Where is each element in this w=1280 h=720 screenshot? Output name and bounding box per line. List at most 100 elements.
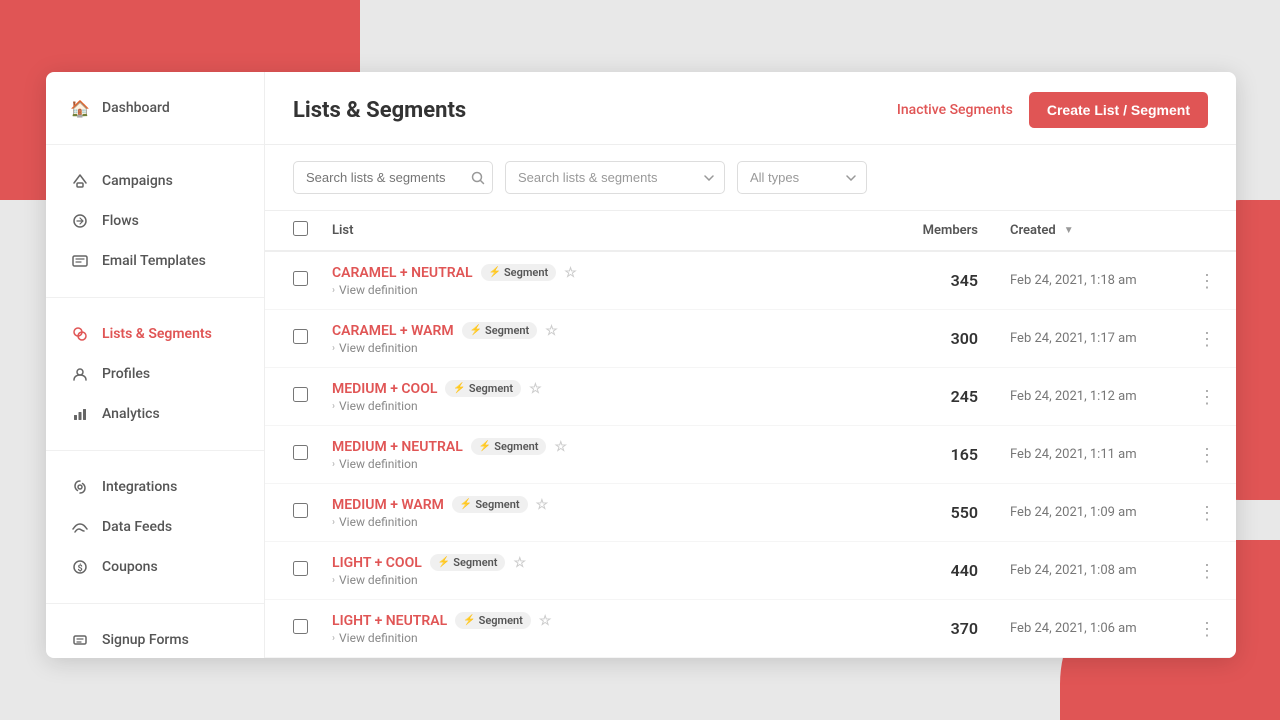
- segment-filter-select[interactable]: Search lists & segments: [505, 161, 725, 194]
- list-column-header: List: [320, 211, 898, 251]
- row-checkbox-0[interactable]: [293, 271, 308, 286]
- select-all-checkbox[interactable]: [293, 221, 308, 236]
- main-content: Lists & Segments Inactive Segments Creat…: [264, 72, 1236, 658]
- more-options-button-5[interactable]: ⋮: [1190, 558, 1224, 584]
- sidebar-item-analytics[interactable]: Analytics: [46, 394, 264, 434]
- row-actions-cell-2: ⋮: [1178, 368, 1236, 426]
- search-icon-button[interactable]: [471, 171, 485, 185]
- sidebar-item-profiles[interactable]: Profiles: [46, 354, 264, 394]
- sidebar-label-campaigns: Campaigns: [102, 173, 173, 189]
- row-checkbox-5[interactable]: [293, 561, 308, 576]
- list-name-text-0: CARAMEL + NEUTRAL: [332, 265, 473, 281]
- list-name-3[interactable]: MEDIUM + NEUTRAL ⚡ Segment ☆: [332, 438, 886, 455]
- view-definition-5[interactable]: › View definition: [332, 573, 886, 587]
- row-checkbox-cell-4: [265, 484, 320, 542]
- row-checkbox-6[interactable]: [293, 619, 308, 634]
- more-options-button-4[interactable]: ⋮: [1190, 500, 1224, 526]
- row-checkbox-cell-0: [265, 251, 320, 310]
- sidebar-label-dashboard: Dashboard: [102, 100, 170, 116]
- chevron-right-icon-1: ›: [332, 343, 335, 354]
- list-name-2[interactable]: MEDIUM + COOL ⚡ Segment ☆: [332, 380, 886, 397]
- table-row: CARAMEL + NEUTRAL ⚡ Segment ☆ › View def…: [265, 251, 1236, 310]
- star-icon-6[interactable]: ☆: [539, 613, 552, 629]
- sidebar-label-integrations: Integrations: [102, 479, 177, 495]
- row-list-cell-0: CARAMEL + NEUTRAL ⚡ Segment ☆ › View def…: [320, 251, 898, 310]
- star-icon-5[interactable]: ☆: [513, 555, 526, 571]
- table-container: List Members Created ▼: [265, 211, 1236, 658]
- row-list-cell-3: MEDIUM + NEUTRAL ⚡ Segment ☆ › View defi…: [320, 426, 898, 484]
- sidebar-item-signup-forms[interactable]: Signup Forms: [46, 620, 264, 658]
- header-actions: Inactive Segments Create List / Segment: [897, 92, 1208, 128]
- row-checkbox-2[interactable]: [293, 387, 308, 402]
- segment-badge-2: ⚡ Segment: [445, 380, 521, 397]
- sidebar-group-4: Integrations Data Feeds $ Coupons: [46, 451, 264, 604]
- list-name-text-6: LIGHT + NEUTRAL: [332, 613, 447, 629]
- star-icon-4[interactable]: ☆: [536, 497, 549, 513]
- lists-table: List Members Created ▼: [265, 211, 1236, 658]
- table-body: CARAMEL + NEUTRAL ⚡ Segment ☆ › View def…: [265, 251, 1236, 658]
- sidebar-item-campaigns[interactable]: Campaigns: [46, 161, 264, 201]
- inactive-segments-link[interactable]: Inactive Segments: [897, 102, 1013, 118]
- sidebar-item-dashboard[interactable]: 🏠 Dashboard: [46, 88, 264, 128]
- row-list-cell-6: LIGHT + NEUTRAL ⚡ Segment ☆ › View defin…: [320, 600, 898, 658]
- sidebar-label-analytics: Analytics: [102, 406, 160, 422]
- row-created-cell-5: Feb 24, 2021, 1:08 am: [998, 542, 1178, 600]
- row-members-cell-3: 165: [898, 426, 998, 484]
- row-members-cell-4: 550: [898, 484, 998, 542]
- row-checkbox-4[interactable]: [293, 503, 308, 518]
- more-options-button-0[interactable]: ⋮: [1190, 268, 1224, 294]
- list-name-0[interactable]: CARAMEL + NEUTRAL ⚡ Segment ☆: [332, 264, 886, 281]
- content-header: Lists & Segments Inactive Segments Creat…: [265, 72, 1236, 145]
- row-checkbox-3[interactable]: [293, 445, 308, 460]
- sidebar-item-data-feeds[interactable]: Data Feeds: [46, 507, 264, 547]
- more-options-button-6[interactable]: ⋮: [1190, 616, 1224, 642]
- row-created-cell-6: Feb 24, 2021, 1:06 am: [998, 600, 1178, 658]
- star-icon-1[interactable]: ☆: [545, 323, 558, 339]
- created-column-header[interactable]: Created ▼: [998, 211, 1178, 251]
- sidebar-item-email-templates[interactable]: Email Templates: [46, 241, 264, 281]
- more-options-button-2[interactable]: ⋮: [1190, 384, 1224, 410]
- data-feeds-icon: [70, 517, 90, 537]
- row-checkbox-1[interactable]: [293, 329, 308, 344]
- table-row: MEDIUM + NEUTRAL ⚡ Segment ☆ › View defi…: [265, 426, 1236, 484]
- sidebar-label-lists-segments: Lists & Segments: [102, 326, 212, 342]
- row-created-cell-2: Feb 24, 2021, 1:12 am: [998, 368, 1178, 426]
- view-definition-4[interactable]: › View definition: [332, 515, 886, 529]
- view-definition-1[interactable]: › View definition: [332, 341, 886, 355]
- row-actions-cell-4: ⋮: [1178, 484, 1236, 542]
- segment-badge-3: ⚡ Segment: [471, 438, 547, 455]
- coupons-icon: $: [70, 557, 90, 577]
- bolt-icon-4: ⚡: [460, 499, 472, 510]
- star-icon-3[interactable]: ☆: [554, 439, 567, 455]
- chevron-right-icon-3: ›: [332, 459, 335, 470]
- star-icon-0[interactable]: ☆: [564, 265, 577, 281]
- row-actions-cell-1: ⋮: [1178, 310, 1236, 368]
- badge-label-0: Segment: [504, 266, 548, 279]
- list-name-1[interactable]: CARAMEL + WARM ⚡ Segment ☆: [332, 322, 886, 339]
- view-definition-3[interactable]: › View definition: [332, 457, 886, 471]
- view-definition-6[interactable]: › View definition: [332, 631, 886, 645]
- create-list-segment-button[interactable]: Create List / Segment: [1029, 92, 1208, 128]
- table-row: LIGHT + COOL ⚡ Segment ☆ › View definiti…: [265, 542, 1236, 600]
- members-column-header: Members: [898, 211, 998, 251]
- row-members-cell-5: 440: [898, 542, 998, 600]
- sidebar-item-coupons[interactable]: $ Coupons: [46, 547, 264, 587]
- sidebar-item-flows[interactable]: Flows: [46, 201, 264, 241]
- view-definition-0[interactable]: › View definition: [332, 283, 886, 297]
- list-name-5[interactable]: LIGHT + COOL ⚡ Segment ☆: [332, 554, 886, 571]
- more-options-button-1[interactable]: ⋮: [1190, 326, 1224, 352]
- badge-label-6: Segment: [479, 614, 523, 627]
- row-checkbox-cell-6: [265, 600, 320, 658]
- search-input-1[interactable]: [293, 161, 493, 194]
- list-name-6[interactable]: LIGHT + NEUTRAL ⚡ Segment ☆: [332, 612, 886, 629]
- view-definition-2[interactable]: › View definition: [332, 399, 886, 413]
- row-members-cell-0: 345: [898, 251, 998, 310]
- list-name-text-5: LIGHT + COOL: [332, 555, 422, 571]
- bolt-icon-6: ⚡: [463, 615, 475, 626]
- type-filter-select[interactable]: All types List Segment: [737, 161, 867, 194]
- sidebar-item-integrations[interactable]: Integrations: [46, 467, 264, 507]
- star-icon-2[interactable]: ☆: [529, 381, 542, 397]
- list-name-4[interactable]: MEDIUM + WARM ⚡ Segment ☆: [332, 496, 886, 513]
- more-options-button-3[interactable]: ⋮: [1190, 442, 1224, 468]
- sidebar-item-lists-segments[interactable]: Lists & Segments: [46, 314, 264, 354]
